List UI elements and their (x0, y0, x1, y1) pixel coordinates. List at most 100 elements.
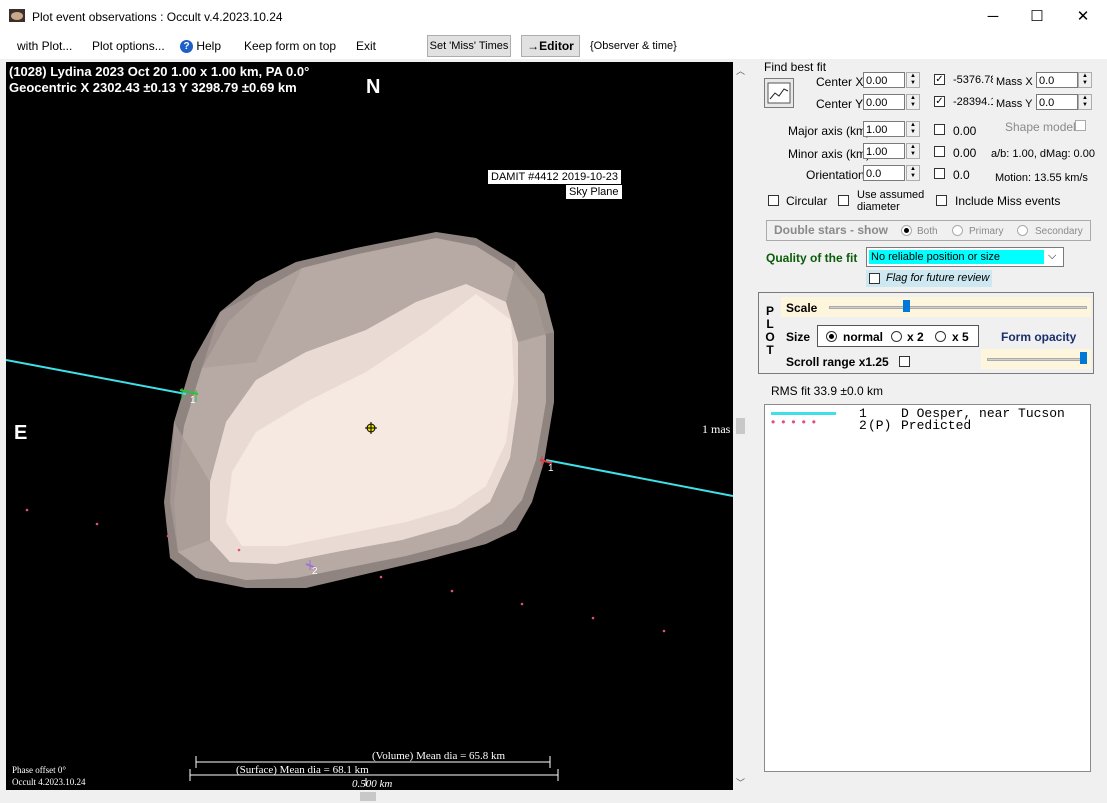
shape-model-checkbox[interactable] (1075, 120, 1086, 131)
menu-with-plot[interactable]: with Plot... (17, 39, 72, 53)
plot-horizontal-scrollbar[interactable] (6, 790, 733, 803)
ds-primary-radio[interactable] (952, 225, 963, 236)
chord-line-right (545, 459, 733, 497)
scroll-down-icon[interactable]: ﹀ (736, 776, 745, 789)
scale-row: Scale (781, 297, 1091, 317)
center-y-spinner[interactable]: ▲ ▼ (906, 94, 920, 110)
plot-vertical-scrollbar[interactable]: ︿ ﹀ (733, 62, 749, 790)
rms-fit-label: RMS fit 33.9 ±0.0 km (771, 384, 883, 398)
offset-y-checkbox[interactable]: ✓ (934, 96, 945, 107)
north-label: N (366, 76, 381, 98)
menu-help[interactable]: ? Help (180, 39, 221, 54)
legend-name-2: Predicted (901, 418, 972, 433)
scale-mas-label: 1 mas (702, 422, 731, 436)
ds-both-radio[interactable] (901, 225, 912, 236)
circular-label: Circular (786, 194, 828, 208)
orientation-checkbox[interactable] (934, 168, 945, 179)
include-miss-label: Include Miss events (955, 194, 1061, 208)
window-title: Plot event observations : Occult v.4.202… (32, 10, 283, 24)
quality-dropdown[interactable]: No reliable position or size ⌵ (866, 247, 1064, 267)
chord-number-predicted: 2 (312, 566, 318, 577)
surface-diameter-label: (Surface) Mean dia = 68.1 km (236, 764, 369, 776)
shape-model-label: Shape model (1005, 120, 1076, 134)
flag-review-label: Flag for future review (886, 272, 990, 284)
set-miss-times-button[interactable]: Set 'Miss' Times (427, 35, 511, 57)
find-best-fit-label: Find best fit (764, 60, 827, 74)
legend-flag-2: (P) (868, 418, 892, 433)
minimize-button[interactable]: ─ (970, 0, 1016, 33)
motion-label: Motion: 13.55 km/s (995, 172, 1088, 184)
use-assumed-diameter-checkbox[interactable] (838, 195, 849, 206)
phase-offset-label: Phase offset 0° (12, 765, 66, 775)
editor-button[interactable]: →Editor (521, 35, 580, 57)
fit-chart-icon (767, 82, 791, 104)
scale-label: Scale (786, 301, 818, 315)
orientation-input[interactable]: 0.0 (863, 165, 905, 181)
app-icon (9, 9, 25, 22)
ab-dmag-label: a/b: 1.00, dMag: 0.00 (991, 148, 1095, 160)
mass-y-input[interactable]: 0.0 (1036, 94, 1078, 110)
asteroid-shape (164, 232, 554, 588)
center-x-input[interactable]: 0.00 (863, 72, 905, 88)
major-axis-label: Major axis (km) (788, 124, 871, 138)
size-x5-label: x 5 (952, 330, 969, 344)
minor-axis-spinner[interactable]: ▲ ▼ (906, 143, 920, 159)
center-y-input[interactable]: 0.00 (863, 94, 905, 110)
scroll-up-icon[interactable]: ︿ (736, 64, 745, 77)
legend-dots-predicted: ••••• (771, 415, 823, 429)
close-button[interactable]: ✕ (1060, 0, 1106, 33)
major-axis-checkbox[interactable] (934, 124, 945, 135)
damit-label: DAMIT #4412 2019-10-23 (488, 170, 621, 184)
quality-dropdown-value: No reliable position or size (869, 250, 1044, 264)
plot-settings-group: P L O T Scale Size normal x 2 x 5 Form o… (758, 292, 1094, 374)
maximize-button[interactable]: ☐ (1014, 0, 1060, 33)
scale-slider-thumb[interactable] (903, 300, 911, 312)
flag-review-checkbox[interactable] (869, 273, 880, 284)
major-axis-input[interactable]: 1.00 (863, 121, 905, 137)
scroll-range-checkbox[interactable] (899, 356, 910, 367)
mass-x-spinner[interactable]: ▲ ▼ (1078, 72, 1092, 88)
major-axis-spinner[interactable]: ▲ ▼ (906, 121, 920, 137)
size-x2-label: x 2 (907, 330, 924, 344)
horizontal-scroll-thumb[interactable] (360, 792, 376, 801)
offset-x-checkbox[interactable]: ✓ (934, 74, 945, 85)
orientation-spinner[interactable]: ▲ ▼ (906, 165, 920, 181)
plot-letter-t: T (766, 343, 774, 357)
ds-both-label: Both (917, 226, 938, 237)
plot-graphics (6, 232, 733, 786)
opacity-slider-thumb[interactable] (1080, 352, 1087, 364)
mass-y-spinner[interactable]: ▲ ▼ (1078, 94, 1092, 110)
size-x2-radio[interactable] (891, 331, 902, 342)
scroll-range-label: Scroll range x1.25 (786, 355, 889, 369)
observer-time-label[interactable]: {Observer & time} (590, 40, 677, 52)
include-miss-checkbox[interactable] (936, 195, 947, 206)
menu-plot-options[interactable]: Plot options... (92, 39, 165, 53)
legend-num-2: 2 (859, 418, 867, 433)
mass-y-label: Mass Y (996, 98, 1033, 110)
size-normal-radio[interactable] (826, 331, 837, 342)
mass-x-input[interactable]: 0.0 (1036, 72, 1078, 88)
size-normal-label: normal (843, 330, 884, 344)
scale-slider-track[interactable] (829, 306, 1087, 309)
minor-axis-input[interactable]: 1.00 (863, 143, 905, 159)
quality-of-fit-label: Quality of the fit (766, 251, 858, 265)
east-label: E (14, 422, 28, 444)
orientation-label: Orientation (806, 168, 865, 182)
use-assumed-label-2: diameter (857, 201, 900, 213)
double-stars-group: Double stars - show Both Primary Seconda… (766, 220, 1091, 241)
circular-checkbox[interactable] (768, 195, 779, 206)
vertical-scroll-thumb[interactable] (736, 418, 745, 434)
best-fit-button[interactable] (764, 78, 794, 108)
minor-axis-check-value: 0.00 (953, 146, 977, 160)
minor-axis-checkbox[interactable] (934, 146, 945, 157)
plot-canvas[interactable]: (1028) Lydina 2023 Oct 20 1.00 x 1.00 km… (6, 62, 733, 790)
double-stars-label: Double stars - show (774, 223, 889, 237)
ds-secondary-radio[interactable] (1017, 225, 1028, 236)
opacity-slider-track[interactable] (987, 358, 1087, 361)
center-x-spinner[interactable]: ▲ ▼ (906, 72, 920, 88)
menu-keep-on-top[interactable]: Keep form on top (244, 39, 336, 53)
volume-diameter-label: (Volume) Mean dia = 65.8 km (372, 750, 506, 762)
size-x5-radio[interactable] (935, 331, 946, 342)
ds-primary-label: Primary (969, 226, 1004, 237)
menu-exit[interactable]: Exit (356, 39, 376, 53)
